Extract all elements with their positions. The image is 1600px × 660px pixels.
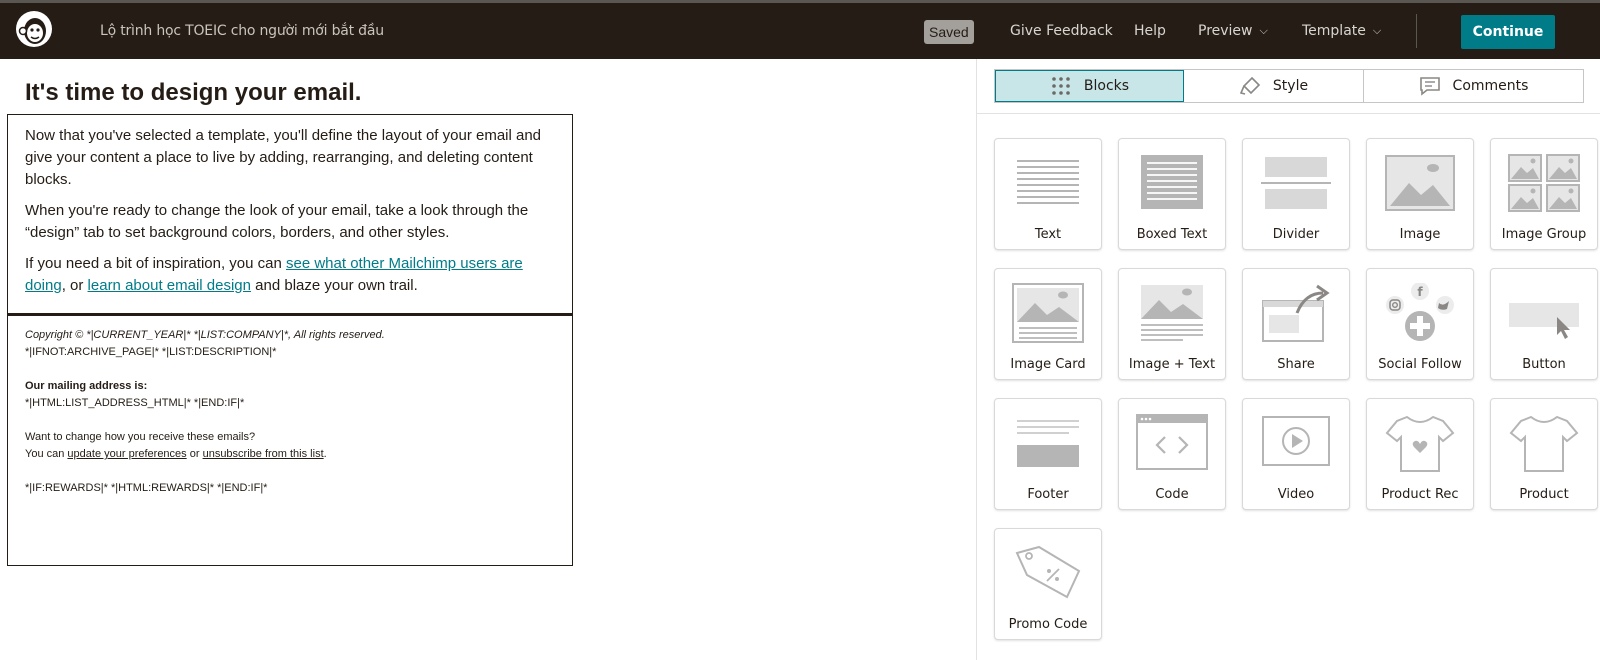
rewards-line: *|IF:REWARDS|* *|HTML:REWARDS|* *|END:IF… bbox=[25, 482, 268, 494]
template-label: Template bbox=[1302, 23, 1366, 39]
preview-menu[interactable]: Preview ⌵ bbox=[1198, 23, 1268, 39]
block-label: Share bbox=[1277, 357, 1315, 372]
saved-badge: Saved bbox=[924, 20, 974, 44]
share-block-icon bbox=[1262, 284, 1330, 342]
archive-line: *|IFNOT:ARCHIVE_PAGE|* *|LIST:DESCRIPTIO… bbox=[25, 346, 277, 358]
block-label: Video bbox=[1277, 487, 1315, 502]
code-block-icon bbox=[1136, 414, 1208, 470]
video-block-icon bbox=[1262, 416, 1330, 466]
unsubscribe-link[interactable]: unsubscribe from this list bbox=[203, 448, 324, 460]
social-follow-block-icon: f bbox=[1386, 283, 1454, 341]
nav-divider bbox=[1416, 14, 1417, 48]
block-divider[interactable]: Divider bbox=[1242, 138, 1350, 250]
boxed-text-block-icon bbox=[1141, 155, 1203, 209]
block-label: Boxed Text bbox=[1136, 227, 1208, 242]
tab-comments-label: Comments bbox=[1452, 78, 1529, 94]
footer-block[interactable]: Copyright © *|CURRENT_YEAR|* *|LIST:COMP… bbox=[7, 316, 573, 566]
content-sidebar: Blocks Style Comments Text Boxed Text Di… bbox=[976, 59, 1600, 660]
give-feedback-link[interactable]: Give Feedback bbox=[1010, 23, 1113, 39]
block-video[interactable]: Video bbox=[1242, 398, 1350, 510]
top-bar: Lộ trình học TOEIC cho người mới bắt đầu… bbox=[0, 0, 1600, 59]
para3-middle: , or bbox=[61, 277, 88, 294]
para3-prefix: If you need a bit of inspiration, you ca… bbox=[25, 255, 286, 272]
block-label: Divider bbox=[1272, 227, 1320, 242]
para3-suffix: and blaze your own trail. bbox=[251, 277, 418, 294]
block-footer[interactable]: Footer bbox=[994, 398, 1102, 510]
address-line: *|HTML:LIST_ADDRESS_HTML|* *|END:IF|* bbox=[25, 397, 245, 409]
block-label: Product bbox=[1519, 487, 1569, 502]
block-share[interactable]: Share bbox=[1242, 268, 1350, 380]
block-label: Code bbox=[1155, 487, 1189, 502]
campaign-name[interactable]: Lộ trình học TOEIC cho người mới bắt đầu bbox=[100, 23, 384, 39]
tab-comments[interactable]: Comments bbox=[1364, 70, 1583, 102]
block-label: Button bbox=[1522, 357, 1566, 372]
tshirt-heart-icon bbox=[1385, 415, 1455, 472]
block-label: Footer bbox=[1027, 487, 1069, 502]
tshirt-icon bbox=[1509, 415, 1579, 472]
price-tag-icon bbox=[1015, 545, 1081, 599]
comment-icon bbox=[1419, 77, 1440, 96]
intro-paragraph-2: When you're ready to change the look of … bbox=[25, 202, 529, 241]
template-menu[interactable]: Template ⌵ bbox=[1302, 23, 1381, 39]
preview-label: Preview bbox=[1198, 23, 1253, 39]
block-promo-code[interactable]: Promo Code bbox=[994, 528, 1102, 640]
tab-style-label: Style bbox=[1272, 78, 1309, 94]
intro-text-block[interactable]: Now that you've selected a template, you… bbox=[7, 114, 573, 316]
grid-icon bbox=[1052, 77, 1070, 95]
you-can-text: You can bbox=[25, 448, 68, 460]
svg-text:f: f bbox=[1417, 285, 1423, 299]
block-image-card[interactable]: Image Card bbox=[994, 268, 1102, 380]
period-text: . bbox=[323, 448, 327, 460]
image-text-block-icon bbox=[1141, 285, 1203, 341]
help-link[interactable]: Help bbox=[1134, 23, 1166, 39]
tab-blocks-label: Blocks bbox=[1083, 78, 1130, 94]
block-label: Image Group bbox=[1501, 227, 1587, 242]
block-label: Product Rec bbox=[1381, 487, 1459, 502]
block-label: Image Card bbox=[1010, 357, 1086, 372]
mailchimp-logo-icon[interactable] bbox=[14, 9, 54, 49]
chevron-down-icon: ⌵ bbox=[1372, 24, 1382, 37]
block-social-follow[interactable]: f Social Follow bbox=[1366, 268, 1474, 380]
paint-brush-icon bbox=[1239, 76, 1261, 95]
chevron-down-icon: ⌵ bbox=[1259, 24, 1268, 37]
block-product[interactable]: Product bbox=[1490, 398, 1598, 510]
sidebar-tabs: Blocks Style Comments bbox=[994, 69, 1584, 103]
tab-blocks[interactable]: Blocks bbox=[995, 70, 1184, 102]
block-image[interactable]: Image bbox=[1366, 138, 1474, 250]
block-label: Image + Text bbox=[1128, 357, 1216, 372]
footer-block-icon bbox=[1017, 420, 1079, 467]
button-block-icon bbox=[1509, 303, 1579, 339]
block-label: Social Follow bbox=[1378, 357, 1462, 372]
intro-paragraph-1: Now that you've selected a template, you… bbox=[25, 127, 542, 188]
divider-block-icon bbox=[1261, 157, 1331, 209]
tab-style[interactable]: Style bbox=[1184, 70, 1364, 102]
or-text: or bbox=[186, 448, 203, 460]
continue-button[interactable]: Continue bbox=[1461, 15, 1555, 49]
block-text[interactable]: Text bbox=[994, 138, 1102, 250]
block-label: Text bbox=[1034, 227, 1062, 242]
copyright-line: Copyright © *|CURRENT_YEAR|* *|LIST:COMP… bbox=[25, 329, 385, 341]
tabs-divider bbox=[977, 113, 1600, 114]
block-button[interactable]: Button bbox=[1490, 268, 1598, 380]
block-label: Image bbox=[1399, 227, 1441, 242]
intro-paragraph-3: If you need a bit of inspiration, you ca… bbox=[25, 253, 555, 297]
image-card-block-icon bbox=[1012, 283, 1084, 343]
image-group-block-icon bbox=[1508, 154, 1580, 212]
block-product-rec[interactable]: Product Rec bbox=[1366, 398, 1474, 510]
update-preferences-link[interactable]: update your preferences bbox=[67, 448, 186, 460]
block-image-text[interactable]: Image + Text bbox=[1118, 268, 1226, 380]
change-question: Want to change how you receive these ema… bbox=[25, 431, 256, 443]
address-heading: Our mailing address is: bbox=[25, 380, 148, 392]
image-block-icon bbox=[1385, 155, 1455, 211]
email-design-link[interactable]: learn about email design bbox=[88, 277, 251, 294]
email-preview: It's time to design your email. Now that… bbox=[0, 59, 976, 660]
page-title: It's time to design your email. bbox=[25, 79, 362, 106]
block-code[interactable]: Code bbox=[1118, 398, 1226, 510]
preferences-line: You can update your preferences or unsub… bbox=[25, 446, 555, 463]
block-image-group[interactable]: Image Group bbox=[1490, 138, 1598, 250]
block-label: Promo Code bbox=[1008, 617, 1088, 632]
text-block-icon bbox=[1017, 160, 1079, 204]
block-boxed-text[interactable]: Boxed Text bbox=[1118, 138, 1226, 250]
